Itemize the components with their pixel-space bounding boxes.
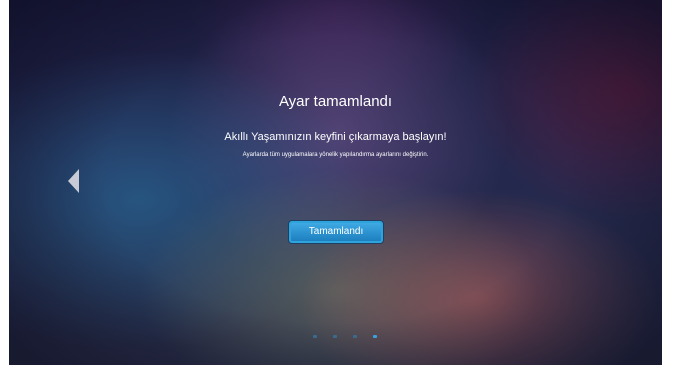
back-arrow-icon[interactable] bbox=[68, 169, 79, 193]
page-dot-4-active bbox=[372, 335, 377, 338]
background-vignette bbox=[9, 0, 662, 365]
page-dot-1 bbox=[312, 335, 317, 338]
page-description: Ayarlarda tüm uygulamalara yönelik yapıl… bbox=[242, 152, 429, 158]
page-dot-2 bbox=[332, 335, 337, 338]
page-title: Ayar tamamlandı bbox=[278, 93, 393, 110]
page-subtitle: Akıllı Yaşamınızın keyfini çıkarmaya baş… bbox=[224, 131, 447, 143]
page-dot-3 bbox=[352, 335, 357, 338]
done-button[interactable]: Tamamlandı bbox=[289, 221, 383, 243]
page-indicator bbox=[9, 335, 662, 338]
setup-screen: Ayar tamamlandı Akıllı Yaşamınızın keyfi… bbox=[9, 0, 662, 365]
